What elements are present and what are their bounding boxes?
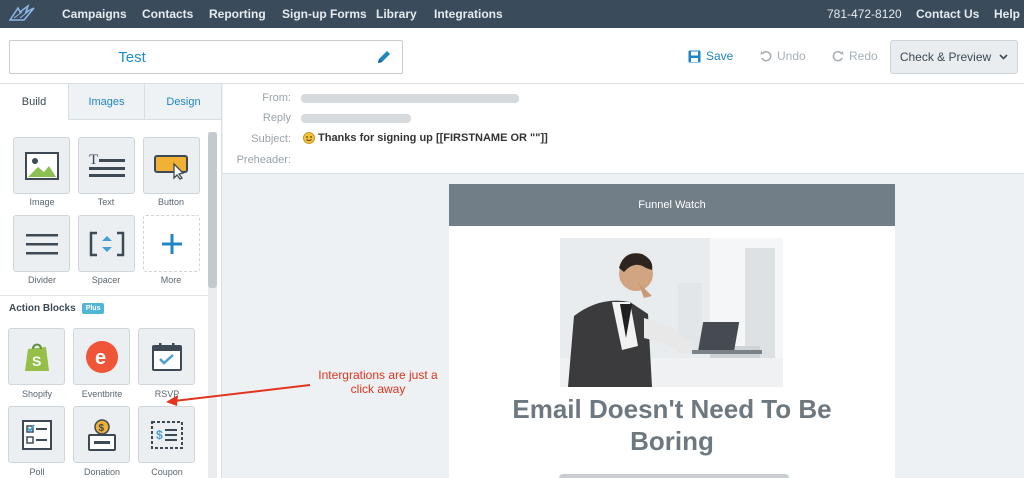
panel-scrollbar[interactable] [208,132,217,478]
divider-icon [25,233,58,254]
svg-text:$: $ [156,428,163,442]
block-eventbrite[interactable]: e [73,328,130,385]
email-canvas: Funnel Watch Email Doesn't Need To Be Bo… [223,175,1024,478]
email-headline[interactable]: Email Doesn't Need To Be Boring [469,393,875,457]
section-divider [0,295,208,296]
email-header[interactable]: Funnel Watch [449,184,895,226]
email-preview[interactable]: Funnel Watch Email Doesn't Need To Be Bo… [449,184,895,478]
headline-line-1: Email Doesn't Need To Be [512,394,832,424]
nav-campaigns[interactable]: Campaigns [62,7,127,21]
undo-label: Undo [777,49,806,63]
eventbrite-icon: e [85,340,118,373]
reply-value-blurred[interactable] [301,114,411,123]
svg-text:T: T [89,152,98,168]
nav-library[interactable]: Library [376,7,417,21]
check-preview-button[interactable]: Check & Preview [890,40,1018,74]
svg-text:$: $ [98,423,104,434]
svg-text:S: S [32,353,41,369]
redo-icon [832,50,844,62]
annotation-text: Intergrations are just a click away [300,368,456,396]
block-button[interactable] [143,137,200,194]
left-panel: Build Images Design Image T Text Button [0,84,222,478]
text-icon: T [88,152,125,177]
block-image[interactable] [13,137,70,194]
nav-help[interactable]: Help [994,7,1020,21]
poll-icon [21,419,52,450]
block-shopify[interactable]: S [8,328,65,385]
scrollbar-thumb[interactable] [208,132,217,288]
svg-text:e: e [95,347,106,369]
nav-signup-forms[interactable]: Sign-up Forms [282,7,367,21]
action-blocks-heading: Action Blocks Plus [9,303,105,314]
block-rsvp[interactable] [138,328,195,385]
block-text[interactable]: T [78,137,135,194]
panel-tabs: Build Images Design [0,84,221,120]
subject-field[interactable]: Thanks for signing up [[FIRSTNAME OR ""]… [303,132,548,144]
tab-design[interactable]: Design [144,84,221,120]
emoji-icon [303,132,315,144]
undo-button[interactable]: Undo [760,49,806,63]
nav-integrations[interactable]: Integrations [434,7,503,21]
donation-icon: $ [87,418,116,451]
block-label: Button [157,197,185,207]
annotation-line-1: Intergrations are just a [318,368,438,382]
subject-label: Subject: [251,133,291,145]
save-label: Save [706,49,734,63]
chevron-down-icon [999,54,1008,60]
pencil-icon[interactable] [376,49,392,65]
plus-badge: Plus [81,303,105,314]
logo-icon[interactable] [8,4,38,24]
campaign-title-field[interactable]: Test [9,40,403,74]
redo-button[interactable]: Redo [832,49,878,63]
subject-value: Thanks for signing up [[FIRSTNAME OR ""]… [318,132,548,144]
block-label: More [160,275,182,285]
image-icon [24,151,59,180]
annotation-line-2: click away [350,382,406,396]
nav-reporting[interactable]: Reporting [209,7,266,21]
check-preview-label: Check & Preview [899,50,992,64]
email-settings: From: Reply Subject: Thanks for signing … [223,84,1024,174]
block-coupon[interactable]: $ [138,406,195,463]
block-spacer[interactable] [78,215,135,272]
annotation-arrow [166,384,311,406]
spacer-icon [89,231,124,256]
block-label: Coupon [151,467,183,477]
floppy-disk-icon [688,50,701,62]
from-label: From: [262,92,291,104]
headline-line-2: Boring [630,426,714,456]
plus-icon [161,233,182,254]
top-navigation-bar: Campaigns Contacts Reporting Sign-up For… [0,0,1024,28]
calendar-icon [151,342,182,371]
shopify-icon: S [24,343,49,371]
hero-image[interactable] [560,238,783,387]
block-poll[interactable] [8,406,65,463]
nav-contacts[interactable]: Contacts [142,7,193,21]
from-value-blurred[interactable] [301,94,519,103]
reply-label: Reply [262,112,291,124]
undo-icon [760,50,772,62]
preheader-label: Preheader: [236,154,291,166]
nav-contact-us[interactable]: Contact Us [916,7,979,21]
block-donation[interactable]: $ [73,406,130,463]
tab-build[interactable]: Build [0,84,68,120]
block-more[interactable] [143,215,200,272]
tab-images[interactable]: Images [68,84,144,120]
coupon-icon: $ [150,420,183,449]
body-text-blurred[interactable] [559,474,789,478]
button-icon [153,154,188,180]
action-blocks-title: Action Blocks [9,303,76,314]
editor-header: Test Save Undo Redo Check & Preview [0,28,1024,84]
block-divider[interactable] [13,215,70,272]
redo-label: Redo [849,49,878,63]
save-button[interactable]: Save [688,49,733,63]
campaign-title[interactable]: Test [10,49,254,66]
phone-number: 781-472-8120 [827,7,902,21]
